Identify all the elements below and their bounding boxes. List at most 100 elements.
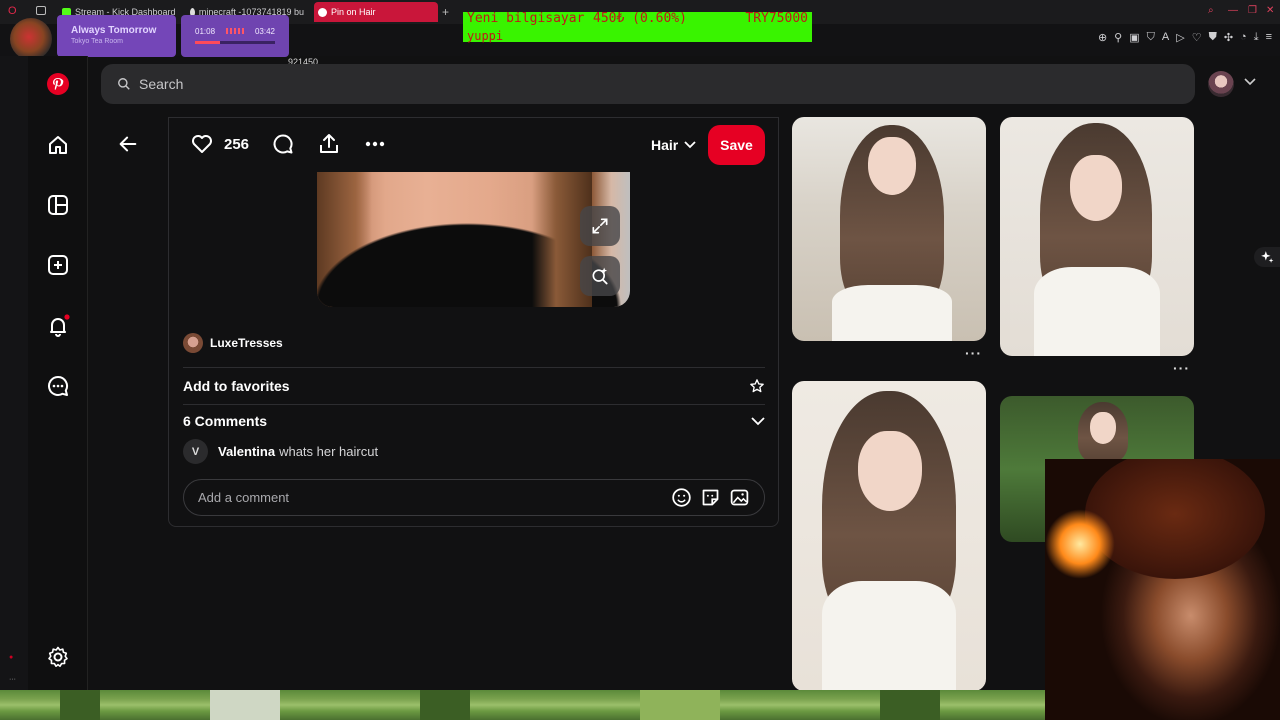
feed-pin-image[interactable]	[792, 117, 986, 341]
game-block	[640, 690, 720, 720]
commenter-name[interactable]: Valentina	[218, 444, 275, 459]
zoom-icon[interactable]: ⊕	[1098, 31, 1107, 44]
comment-icon[interactable]	[271, 132, 295, 156]
creator-name: LuxeTresses	[210, 336, 283, 350]
emoji-icon[interactable]	[671, 487, 692, 508]
creator-profile[interactable]: LuxeTresses	[183, 333, 283, 353]
opera-logo-icon[interactable]: O	[8, 5, 17, 17]
comment-item: V Valentina whats her haircut	[183, 439, 378, 464]
game-block	[210, 690, 280, 720]
add-comment-input[interactable]: Add a comment	[183, 479, 765, 516]
snapshot-icon[interactable]: ▣	[1129, 31, 1139, 44]
pinterest-nav	[28, 56, 88, 690]
comments-header: 6 Comments	[183, 413, 268, 429]
pin-more-icon[interactable]: ···	[1173, 360, 1190, 376]
search-tabs-icon[interactable]: ⌕	[1208, 5, 1214, 16]
chevron-down-icon[interactable]	[1244, 78, 1256, 86]
pin-face	[868, 137, 916, 195]
now-playing-widget: Always Tomorrow Tokyo Tea Room	[57, 15, 176, 57]
download-icon[interactable]: ⤓	[1254, 31, 1259, 44]
play-icon[interactable]: ▷	[1176, 31, 1184, 44]
pin-face	[1070, 155, 1122, 221]
tab-label: Pin on Hair	[331, 7, 376, 17]
pin-face	[858, 431, 922, 511]
visual-search-button[interactable]	[580, 256, 620, 296]
menu-icon[interactable]: ≡	[1266, 31, 1272, 44]
game-block	[60, 690, 100, 720]
boards-icon[interactable]	[46, 193, 70, 217]
pinterest-logo-icon[interactable]	[46, 72, 70, 96]
star-icon[interactable]	[749, 378, 765, 394]
save-button[interactable]: Save	[708, 125, 765, 165]
workspace-icon[interactable]	[36, 6, 46, 15]
settings-gear-icon[interactable]	[46, 645, 70, 669]
pin-face	[1090, 412, 1116, 444]
pin-shirt	[832, 285, 952, 341]
vpn-icon[interactable]: ⛊	[1209, 31, 1217, 44]
heart-icon[interactable]: ♡	[1192, 31, 1202, 44]
like-count: 256	[224, 135, 250, 153]
add-comment-placeholder: Add a comment	[198, 490, 290, 505]
add-to-favorites-label: Add to favorites	[183, 378, 290, 394]
image-upload-icon[interactable]	[729, 487, 750, 508]
webcam-overlay	[1045, 459, 1280, 720]
search-icon	[118, 78, 130, 90]
feed-pin-image[interactable]	[792, 381, 986, 691]
minimize-icon[interactable]: —	[1228, 5, 1238, 16]
like-button[interactable]: 256	[190, 132, 249, 156]
feed-pin-image[interactable]	[1000, 117, 1194, 356]
expand-icon	[592, 218, 608, 234]
shield-icon[interactable]: ⛉	[1147, 31, 1155, 44]
ticker-goal: TRY75000	[745, 11, 808, 26]
song-title: Always Tomorrow	[71, 25, 157, 36]
notifications-icon[interactable]: ◔	[1240, 31, 1247, 44]
chevron-down-icon[interactable]	[751, 416, 765, 426]
search-input[interactable]: Search	[101, 64, 1195, 104]
add-to-favorites-row[interactable]: Add to favorites	[183, 378, 765, 394]
pinterest-icon	[318, 7, 327, 17]
sidebar-dot: ●	[9, 654, 14, 661]
share-icon[interactable]	[317, 132, 341, 156]
pin-shirt	[822, 581, 956, 691]
expand-button[interactable]	[580, 206, 620, 246]
close-icon[interactable]: ✕	[1266, 5, 1274, 16]
pin-actions: 256	[190, 132, 387, 156]
board-name: Hair	[651, 137, 679, 153]
messages-icon[interactable]	[46, 374, 70, 398]
home-icon[interactable]	[46, 133, 70, 157]
extensions-icon[interactable]: ✣	[1224, 31, 1233, 44]
game-block	[880, 690, 940, 720]
equalizer-icon	[226, 28, 244, 34]
song-progress-widget: 01:08 03:42	[181, 15, 289, 57]
ticker-amount: 450₺ (0.60%)	[593, 11, 687, 26]
ai-assistant-button[interactable]	[1254, 247, 1280, 267]
heart-icon	[192, 135, 212, 153]
tab-pin-on-hair[interactable]: Pin on Hair	[314, 2, 438, 22]
streamer-avatar	[10, 18, 52, 60]
more-options-icon[interactable]	[363, 132, 387, 156]
comments-header-row[interactable]: 6 Comments	[183, 413, 765, 429]
notifications-bell-icon[interactable]	[46, 314, 70, 338]
divider	[183, 367, 765, 368]
visual-search-icon	[592, 267, 608, 285]
sticker-icon[interactable]	[700, 487, 721, 508]
webcam-fire	[1045, 509, 1115, 579]
sidebar-more-icon[interactable]: ···	[9, 676, 16, 683]
search-placeholder: Search	[139, 76, 184, 92]
translate-icon[interactable]: A	[1162, 31, 1169, 44]
profile-avatar[interactable]	[1208, 71, 1234, 97]
pin-icon[interactable]: ⚲	[1114, 31, 1122, 44]
browser-extensions: ⊕ ⚲ ▣ ⛉ A ▷ ♡ ⛊ ✣ ◔ ⤓ ≡	[1098, 31, 1272, 44]
back-arrow-icon[interactable]	[117, 133, 139, 155]
board-selector[interactable]: Hair	[651, 137, 696, 153]
pin-more-icon[interactable]: ···	[965, 345, 982, 361]
song-progress-fill	[195, 41, 220, 44]
time-elapsed: 01:08	[195, 27, 216, 36]
new-tab-button[interactable]: +	[442, 5, 449, 19]
commenter-avatar[interactable]: V	[183, 439, 208, 464]
maximize-icon[interactable]: ❐	[1248, 5, 1257, 16]
game-block	[420, 690, 470, 720]
create-icon[interactable]	[46, 253, 70, 277]
game-capture-strip	[0, 690, 1045, 720]
creator-avatar	[183, 333, 203, 353]
